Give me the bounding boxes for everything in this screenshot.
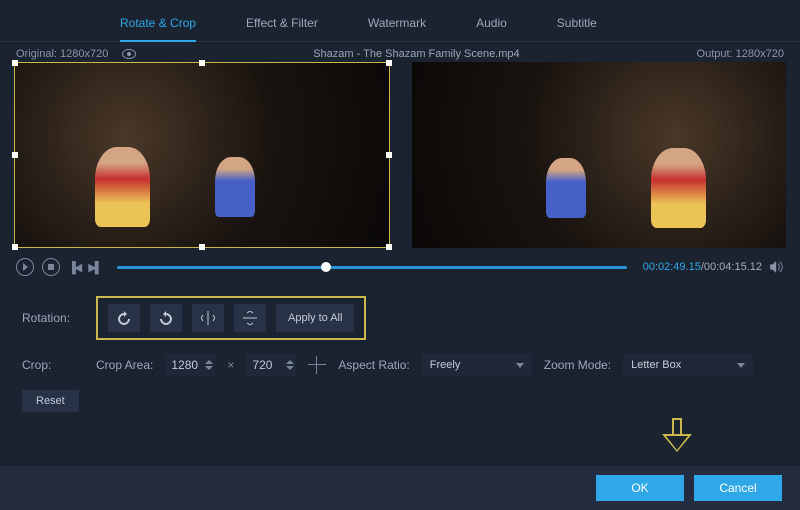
crop-label: Crop: <box>22 358 84 372</box>
controls-panel: Rotation: Apply to All Crop: Crop Area: … <box>0 286 800 412</box>
stop-button[interactable] <box>42 258 60 276</box>
ok-button[interactable]: OK <box>596 475 684 501</box>
playback-bar: ▐◀ ▶▌ 00:02:49.15/00:04:15.12 <box>0 248 800 286</box>
current-time: 00:02:49.15 <box>643 261 701 273</box>
total-time: /00:04:15.12 <box>701 261 762 273</box>
tab-subtitle[interactable]: Subtitle <box>557 10 597 41</box>
time-display: 00:02:49.15/00:04:15.12 <box>643 261 762 273</box>
progress-slider[interactable] <box>117 266 627 269</box>
video-content <box>215 157 255 217</box>
crop-handle[interactable] <box>386 60 392 66</box>
play-icon <box>23 263 28 271</box>
zoom-mode-label: Zoom Mode: <box>544 358 611 372</box>
multiply-icon: × <box>227 358 234 372</box>
crop-height-input[interactable]: 720 <box>246 354 296 376</box>
crop-area-label: Crop Area: <box>96 358 153 372</box>
apply-to-all-button[interactable]: Apply to All <box>276 304 354 332</box>
video-content <box>546 158 586 218</box>
crop-handle[interactable] <box>12 152 18 158</box>
crop-handle[interactable] <box>386 152 392 158</box>
footer-bar: OK Cancel <box>0 466 800 510</box>
chevron-down-icon <box>516 363 524 368</box>
tab-audio[interactable]: Audio <box>476 10 507 41</box>
eye-icon[interactable] <box>122 49 136 59</box>
volume-icon[interactable] <box>770 261 784 273</box>
output-preview <box>412 62 786 248</box>
rotation-label: Rotation: <box>22 311 84 325</box>
aspect-ratio-label: Aspect Ratio: <box>338 358 409 372</box>
tab-effect-filter[interactable]: Effect & Filter <box>246 10 318 41</box>
crop-handle[interactable] <box>12 60 18 66</box>
width-down[interactable] <box>205 366 213 370</box>
crop-handle[interactable] <box>12 244 18 250</box>
tab-watermark[interactable]: Watermark <box>368 10 426 41</box>
prev-frame-button[interactable]: ▐◀ <box>68 261 80 274</box>
crop-handle[interactable] <box>199 244 205 250</box>
width-up[interactable] <box>205 360 213 364</box>
reset-button[interactable]: Reset <box>22 390 79 412</box>
flip-vertical-button[interactable] <box>234 304 266 332</box>
chevron-down-icon <box>737 363 745 368</box>
video-content <box>95 147 150 227</box>
crop-handle[interactable] <box>199 60 205 66</box>
video-content <box>651 148 706 228</box>
next-frame-button[interactable]: ▶▌ <box>88 261 100 274</box>
tab-rotate-crop[interactable]: Rotate & Crop <box>120 10 196 42</box>
aspect-ratio-dropdown[interactable]: Freely <box>422 354 532 376</box>
rotate-right-button[interactable] <box>150 304 182 332</box>
height-down[interactable] <box>286 366 294 370</box>
file-title: Shazam - The Shazam Family Scene.mp4 <box>136 48 696 60</box>
annotation-arrow <box>664 418 690 458</box>
preview-area <box>0 62 800 248</box>
tab-bar: Rotate & Crop Effect & Filter Watermark … <box>0 0 800 42</box>
crop-handle[interactable] <box>386 244 392 250</box>
flip-horizontal-button[interactable] <box>192 304 224 332</box>
rotation-group: Apply to All <box>96 296 366 340</box>
height-up[interactable] <box>286 360 294 364</box>
crop-width-input[interactable]: 1280 <box>165 354 215 376</box>
info-bar: Original: 1280x720 Shazam - The Shazam F… <box>0 42 800 62</box>
zoom-mode-dropdown[interactable]: Letter Box <box>623 354 753 376</box>
original-size-label: Original: 1280x720 <box>16 48 108 60</box>
slider-thumb[interactable] <box>321 262 331 272</box>
cancel-button[interactable]: Cancel <box>694 475 782 501</box>
original-preview[interactable] <box>14 62 390 248</box>
stop-icon <box>48 264 54 270</box>
output-size-label: Output: 1280x720 <box>697 48 784 60</box>
play-button[interactable] <box>16 258 34 276</box>
rotate-left-button[interactable] <box>108 304 140 332</box>
move-icon[interactable] <box>308 356 326 374</box>
